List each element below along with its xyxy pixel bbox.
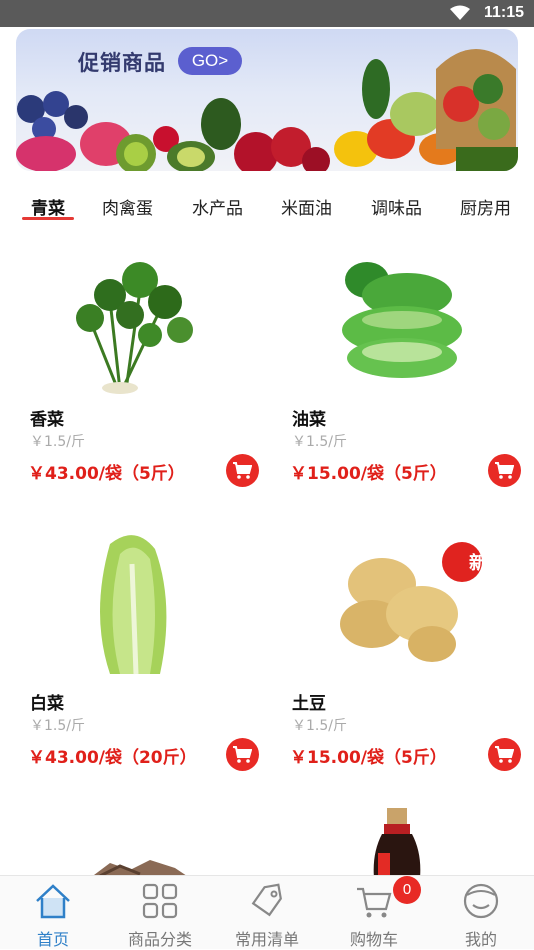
product-image	[94, 860, 186, 875]
bottom-nav: 首页 商品分类 常用清单 购物车 我的	[0, 875, 534, 949]
promo-banner[interactable]: 促销商品 GO>	[16, 29, 518, 171]
product-name: 白菜	[30, 694, 64, 714]
product-unit-price: ￥1.5/斤	[30, 718, 85, 734]
cart-icon	[495, 746, 514, 763]
tab-meat-poultry-eggs[interactable]: 肉禽蛋	[102, 194, 153, 219]
nav-label: 商品分类	[127, 930, 192, 949]
product-unit-price: ￥1.5/斤	[30, 434, 85, 450]
product-card[interactable]: 新 土豆 ￥1.5/斤 ￥15.00/袋（5斤）	[262, 524, 524, 804]
product-card[interactable]: 白菜 ￥1.5/斤 ￥43.00/袋（20斤）	[0, 524, 262, 804]
product-image-potato	[340, 542, 482, 662]
nav-home[interactable]: 首页	[0, 876, 106, 950]
product-image-bok-choy	[342, 262, 462, 378]
product-card[interactable]: 香菜 ￥1.5/斤 ￥43.00/袋（5斤）	[0, 240, 262, 520]
product-image-napa-cabbage	[100, 535, 167, 675]
tab-rice-flour-oil[interactable]: 米面油	[281, 194, 332, 219]
cart-icon	[233, 746, 252, 763]
category-grid-icon	[142, 883, 178, 919]
product-price: ￥43.00/袋（5斤）	[28, 464, 185, 484]
product-name: 香菜	[30, 410, 64, 430]
active-tab-indicator	[22, 217, 74, 220]
product-card[interactable]: 油菜 ￥1.5/斤 ￥15.00/袋（5斤）	[262, 240, 524, 520]
tag-icon	[251, 883, 282, 917]
clock: 11:15	[483, 4, 524, 21]
wifi-icon	[450, 5, 470, 20]
category-tabs: 青菜 肉禽蛋 水产品 米面油 调味品 厨房用	[0, 186, 534, 226]
banner-title: 促销商品	[78, 51, 166, 75]
add-to-cart-button[interactable]	[226, 738, 259, 771]
nav-profile[interactable]: 我的	[428, 876, 534, 950]
nav-label: 首页	[36, 930, 69, 949]
product-unit-price: ￥1.5/斤	[292, 434, 347, 450]
go-button[interactable]: GO>	[178, 47, 242, 75]
nav-categories[interactable]: 商品分类	[107, 876, 213, 950]
add-to-cart-button[interactable]	[488, 738, 521, 771]
profile-icon	[463, 883, 499, 919]
product-image-coriander	[76, 262, 193, 394]
product-price: ￥43.00/袋（20斤）	[28, 748, 197, 768]
add-to-cart-button[interactable]	[488, 454, 521, 487]
add-to-cart-button[interactable]	[226, 454, 259, 487]
home-icon	[36, 884, 70, 919]
new-badge: 新	[469, 553, 487, 574]
product-card[interactable]	[262, 808, 524, 875]
cart-icon	[233, 462, 252, 479]
tab-kitchen[interactable]: 厨房用	[460, 194, 510, 219]
status-bar: 11:15	[0, 0, 534, 27]
cart-icon	[357, 887, 392, 918]
product-image	[373, 808, 421, 875]
tab-seasoning[interactable]: 调味品	[371, 194, 422, 219]
tab-seafood[interactable]: 水产品	[192, 194, 243, 219]
nav-label: 我的	[464, 930, 497, 949]
tab-greens[interactable]: 青菜	[31, 194, 65, 219]
nav-label: 常用清单	[234, 930, 299, 949]
product-unit-price: ￥1.5/斤	[292, 718, 347, 734]
product-price: ￥15.00/袋（5斤）	[290, 748, 447, 768]
product-card[interactable]	[0, 808, 262, 875]
nav-label: 购物车	[349, 930, 398, 949]
product-name: 土豆	[292, 694, 326, 714]
cart-count-badge: 0	[393, 876, 421, 904]
product-price: ￥15.00/袋（5斤）	[290, 464, 447, 484]
product-name: 油菜	[292, 410, 326, 430]
nav-frequent-list[interactable]: 常用清单	[214, 876, 320, 950]
cart-icon	[495, 462, 514, 479]
